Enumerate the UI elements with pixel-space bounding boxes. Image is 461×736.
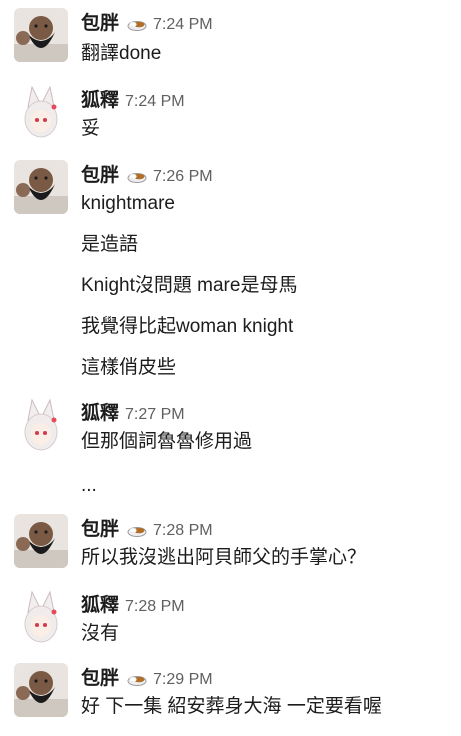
timestamp[interactable]: 7:28 PM (153, 522, 213, 540)
username[interactable]: 狐釋 (81, 85, 119, 112)
username[interactable]: 包胖 (81, 514, 119, 541)
timestamp[interactable]: 7:26 PM (153, 168, 213, 186)
timestamp[interactable]: 7:24 PM (125, 93, 185, 111)
message-text: Knight沒問題 mare是母馬 (81, 275, 298, 296)
message-text: 這樣俏皮些 (81, 357, 177, 378)
message-text: 我覺得比起woman knight (81, 316, 294, 337)
message-header: 包胖 7:29 PM (81, 663, 213, 689)
timestamp[interactable]: 7:29 PM (153, 671, 213, 689)
message-text: 好 下一集 紹安葬身大海 一定要看喔 (81, 696, 382, 717)
username[interactable]: 包胖 (81, 8, 119, 35)
message-text: 所以我沒逃出阿貝師父的手掌心？ (81, 547, 367, 568)
message-text: 是造語 (81, 234, 139, 255)
curry-rice-icon[interactable] (127, 167, 147, 183)
timestamp[interactable]: 7:28 PM (125, 598, 185, 616)
message-header: 包胖 7:24 PM (81, 8, 213, 34)
avatar-hushi[interactable] (14, 398, 68, 452)
curry-rice-icon[interactable] (127, 670, 147, 686)
username[interactable]: 狐釋 (81, 398, 119, 425)
message-text: knightmare (81, 193, 175, 214)
username[interactable]: 包胖 (81, 160, 119, 187)
avatar-baopang[interactable] (14, 514, 68, 568)
username[interactable]: 包胖 (81, 663, 119, 690)
chat-message-list: 包胖 7:24 PM 翻譯done 狐釋 7:24 PM 妥 包胖 7:26 P… (0, 0, 461, 736)
avatar-hushi[interactable] (14, 85, 68, 139)
avatar-baopang[interactable] (14, 8, 68, 62)
message-text: 翻譯done (81, 43, 162, 64)
curry-rice-icon[interactable] (127, 521, 147, 537)
message-text: ... (81, 475, 97, 496)
message-header: 狐釋 7:24 PM (81, 85, 185, 111)
avatar-baopang[interactable] (14, 160, 68, 214)
message-text: 沒有 (81, 623, 120, 644)
avatar-hushi[interactable] (14, 590, 68, 644)
message-text: 但那個詞魯魯修用過 (81, 431, 253, 452)
avatar-baopang[interactable] (14, 663, 68, 717)
message-header: 狐釋 7:27 PM (81, 398, 185, 424)
message-text: 妥 (81, 118, 101, 139)
message-header: 包胖 7:28 PM (81, 514, 213, 540)
message-header: 包胖 7:26 PM (81, 160, 213, 186)
timestamp[interactable]: 7:24 PM (153, 16, 213, 34)
username[interactable]: 狐釋 (81, 590, 119, 617)
timestamp[interactable]: 7:27 PM (125, 406, 185, 424)
message-header: 狐釋 7:28 PM (81, 590, 185, 616)
curry-rice-icon[interactable] (127, 15, 147, 31)
